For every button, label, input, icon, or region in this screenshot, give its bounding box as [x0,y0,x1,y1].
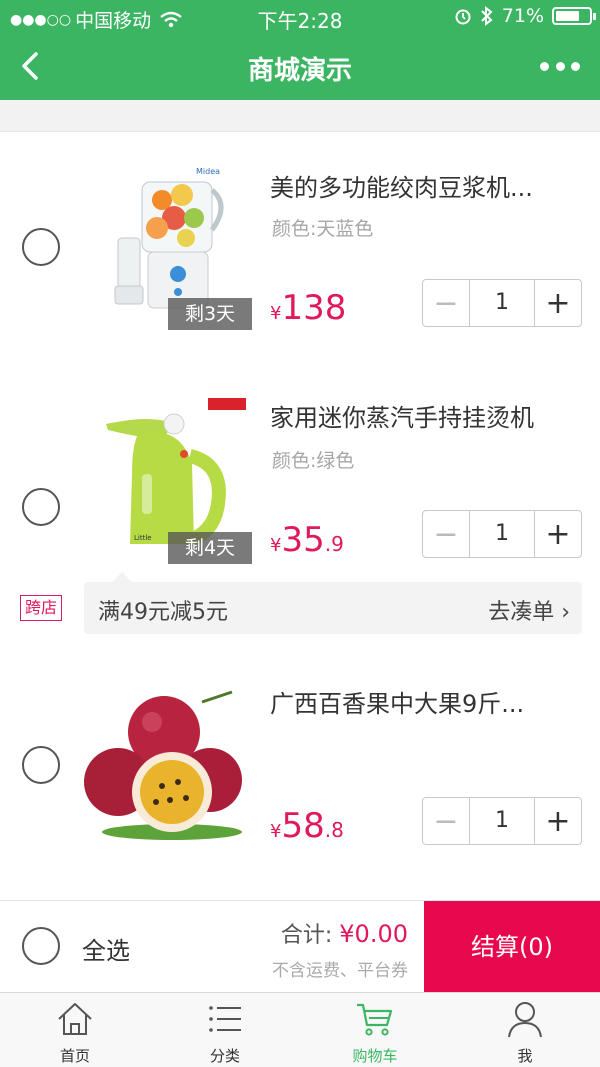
remaining-days-badge: 剩3天 [168,298,252,330]
cart-item: 广西百香果中大果9斤... ¥58.8 − 1 + [0,660,600,880]
promo-text: 满49元减5元 [98,600,228,625]
tab-home[interactable]: 首页 [0,993,150,1067]
add-on-label: 去凑单 [488,600,555,625]
total-label: 合计: [280,923,333,948]
status-bar: ●●●○○ 中国移动 下午2:28 71% [0,0,600,34]
quantity-value[interactable]: 1 [470,280,534,326]
cart-item: Midea 剩3天 美的多功能绞肉豆浆机... 颜色:天蓝色 ¥138 − 1 … [0,140,600,360]
top-divider [0,100,600,132]
checkout-button[interactable]: 结算(0) [424,901,600,993]
product-spec: 颜色:天蓝色 [272,218,374,240]
price-integer: 58 [281,806,325,846]
more-dot [571,61,580,71]
tab-label: 分类 [209,1047,240,1065]
page-title: 商城演示 [247,56,352,86]
price-integer: 35 [281,520,325,560]
tab-cart[interactable]: 购物车 [300,993,450,1067]
item-checkbox[interactable] [22,488,60,526]
product-name[interactable]: 广西百香果中大果9斤... [270,684,580,719]
svg-text:Little: Little [134,534,152,542]
battery-fill [556,11,579,21]
quantity-value[interactable]: 1 [470,511,534,557]
more-dot [540,61,549,71]
bluetooth-icon [481,6,493,26]
tab-label: 购物车 [352,1047,398,1065]
product-name[interactable]: 家用迷你蒸汽手持挂烫机 [270,398,580,433]
tab-label: 我 [517,1047,533,1065]
product-name[interactable]: 美的多功能绞肉豆浆机... [270,168,580,203]
battery-icon [552,7,596,25]
product-image-passion-fruit[interactable] [82,682,252,852]
price-integer: 138 [281,288,347,328]
add-on-link[interactable]: 去凑单 › [488,594,570,626]
currency-symbol: ¥ [270,303,282,324]
total-note: 不含运费、平台券 [272,961,408,981]
remaining-days-badge: 剩4天 [168,532,252,564]
nav-bar: 商城演示 [0,34,600,100]
item-checkbox[interactable] [22,746,60,784]
tab-label: 首页 [59,1047,90,1065]
price-decimal: .9 [324,532,344,556]
product-spec: 颜色:绿色 [272,450,355,472]
cart-item: Little 剩4天 家用迷你蒸汽手持挂烫机 颜色:绿色 ¥35.9 − 1 + [0,372,600,592]
decrease-button[interactable]: − [423,511,470,557]
cross-store-promo: 跨店 满49元减5元 去凑单 › [0,572,600,636]
alarm-icon [455,9,471,25]
checkout-bar: 全选 合计: ¥0.00 不含运费、平台券 结算(0) [0,900,600,993]
item-checkbox[interactable] [22,228,60,266]
battery-percent: 71% [501,5,544,27]
select-all-checkbox[interactable] [22,927,60,965]
tab-category[interactable]: 分类 [150,993,300,1067]
product-price: ¥35.9 [270,520,344,560]
cart-icon [357,1003,393,1036]
more-dot [555,61,565,71]
increase-button[interactable]: + [534,280,581,326]
quantity-stepper: − 1 + [422,279,582,327]
price-decimal: .8 [324,818,344,842]
cross-store-tag: 跨店 [20,595,62,621]
increase-button[interactable]: + [534,511,581,557]
total-price: 合计: ¥0.00 [281,917,408,949]
currency-symbol: ¥ [270,535,282,556]
user-icon [508,1002,542,1038]
quantity-stepper: − 1 + [422,510,582,558]
status-right: 71% [454,5,596,27]
svg-text:Midea: Midea [196,167,220,176]
chevron-right-icon: › [554,600,570,625]
product-image-blender[interactable]: Midea 剩3天 [82,160,252,330]
select-all-label[interactable]: 全选 [82,931,130,966]
product-price: ¥138 [270,288,346,328]
tab-bar: 首页 分类 购物车 我 [0,992,600,1067]
decrease-button[interactable]: − [423,280,470,326]
list-icon [209,1006,241,1032]
increase-button[interactable]: + [534,798,581,844]
currency-symbol: ¥ [270,821,282,842]
home-icon [58,1003,92,1035]
quantity-value[interactable]: 1 [470,798,534,844]
total-amount: ¥0.00 [339,920,408,948]
product-image-steamer[interactable]: Little 剩4天 [82,394,252,564]
more-icon[interactable] [540,56,580,76]
quantity-stepper: − 1 + [422,797,582,845]
passion-fruit-illustration [84,690,242,840]
tab-me[interactable]: 我 [450,993,600,1067]
product-price: ¥58.8 [270,806,344,846]
promo-box[interactable]: 满49元减5元 去凑单 › [84,572,582,634]
decrease-button[interactable]: − [423,798,470,844]
